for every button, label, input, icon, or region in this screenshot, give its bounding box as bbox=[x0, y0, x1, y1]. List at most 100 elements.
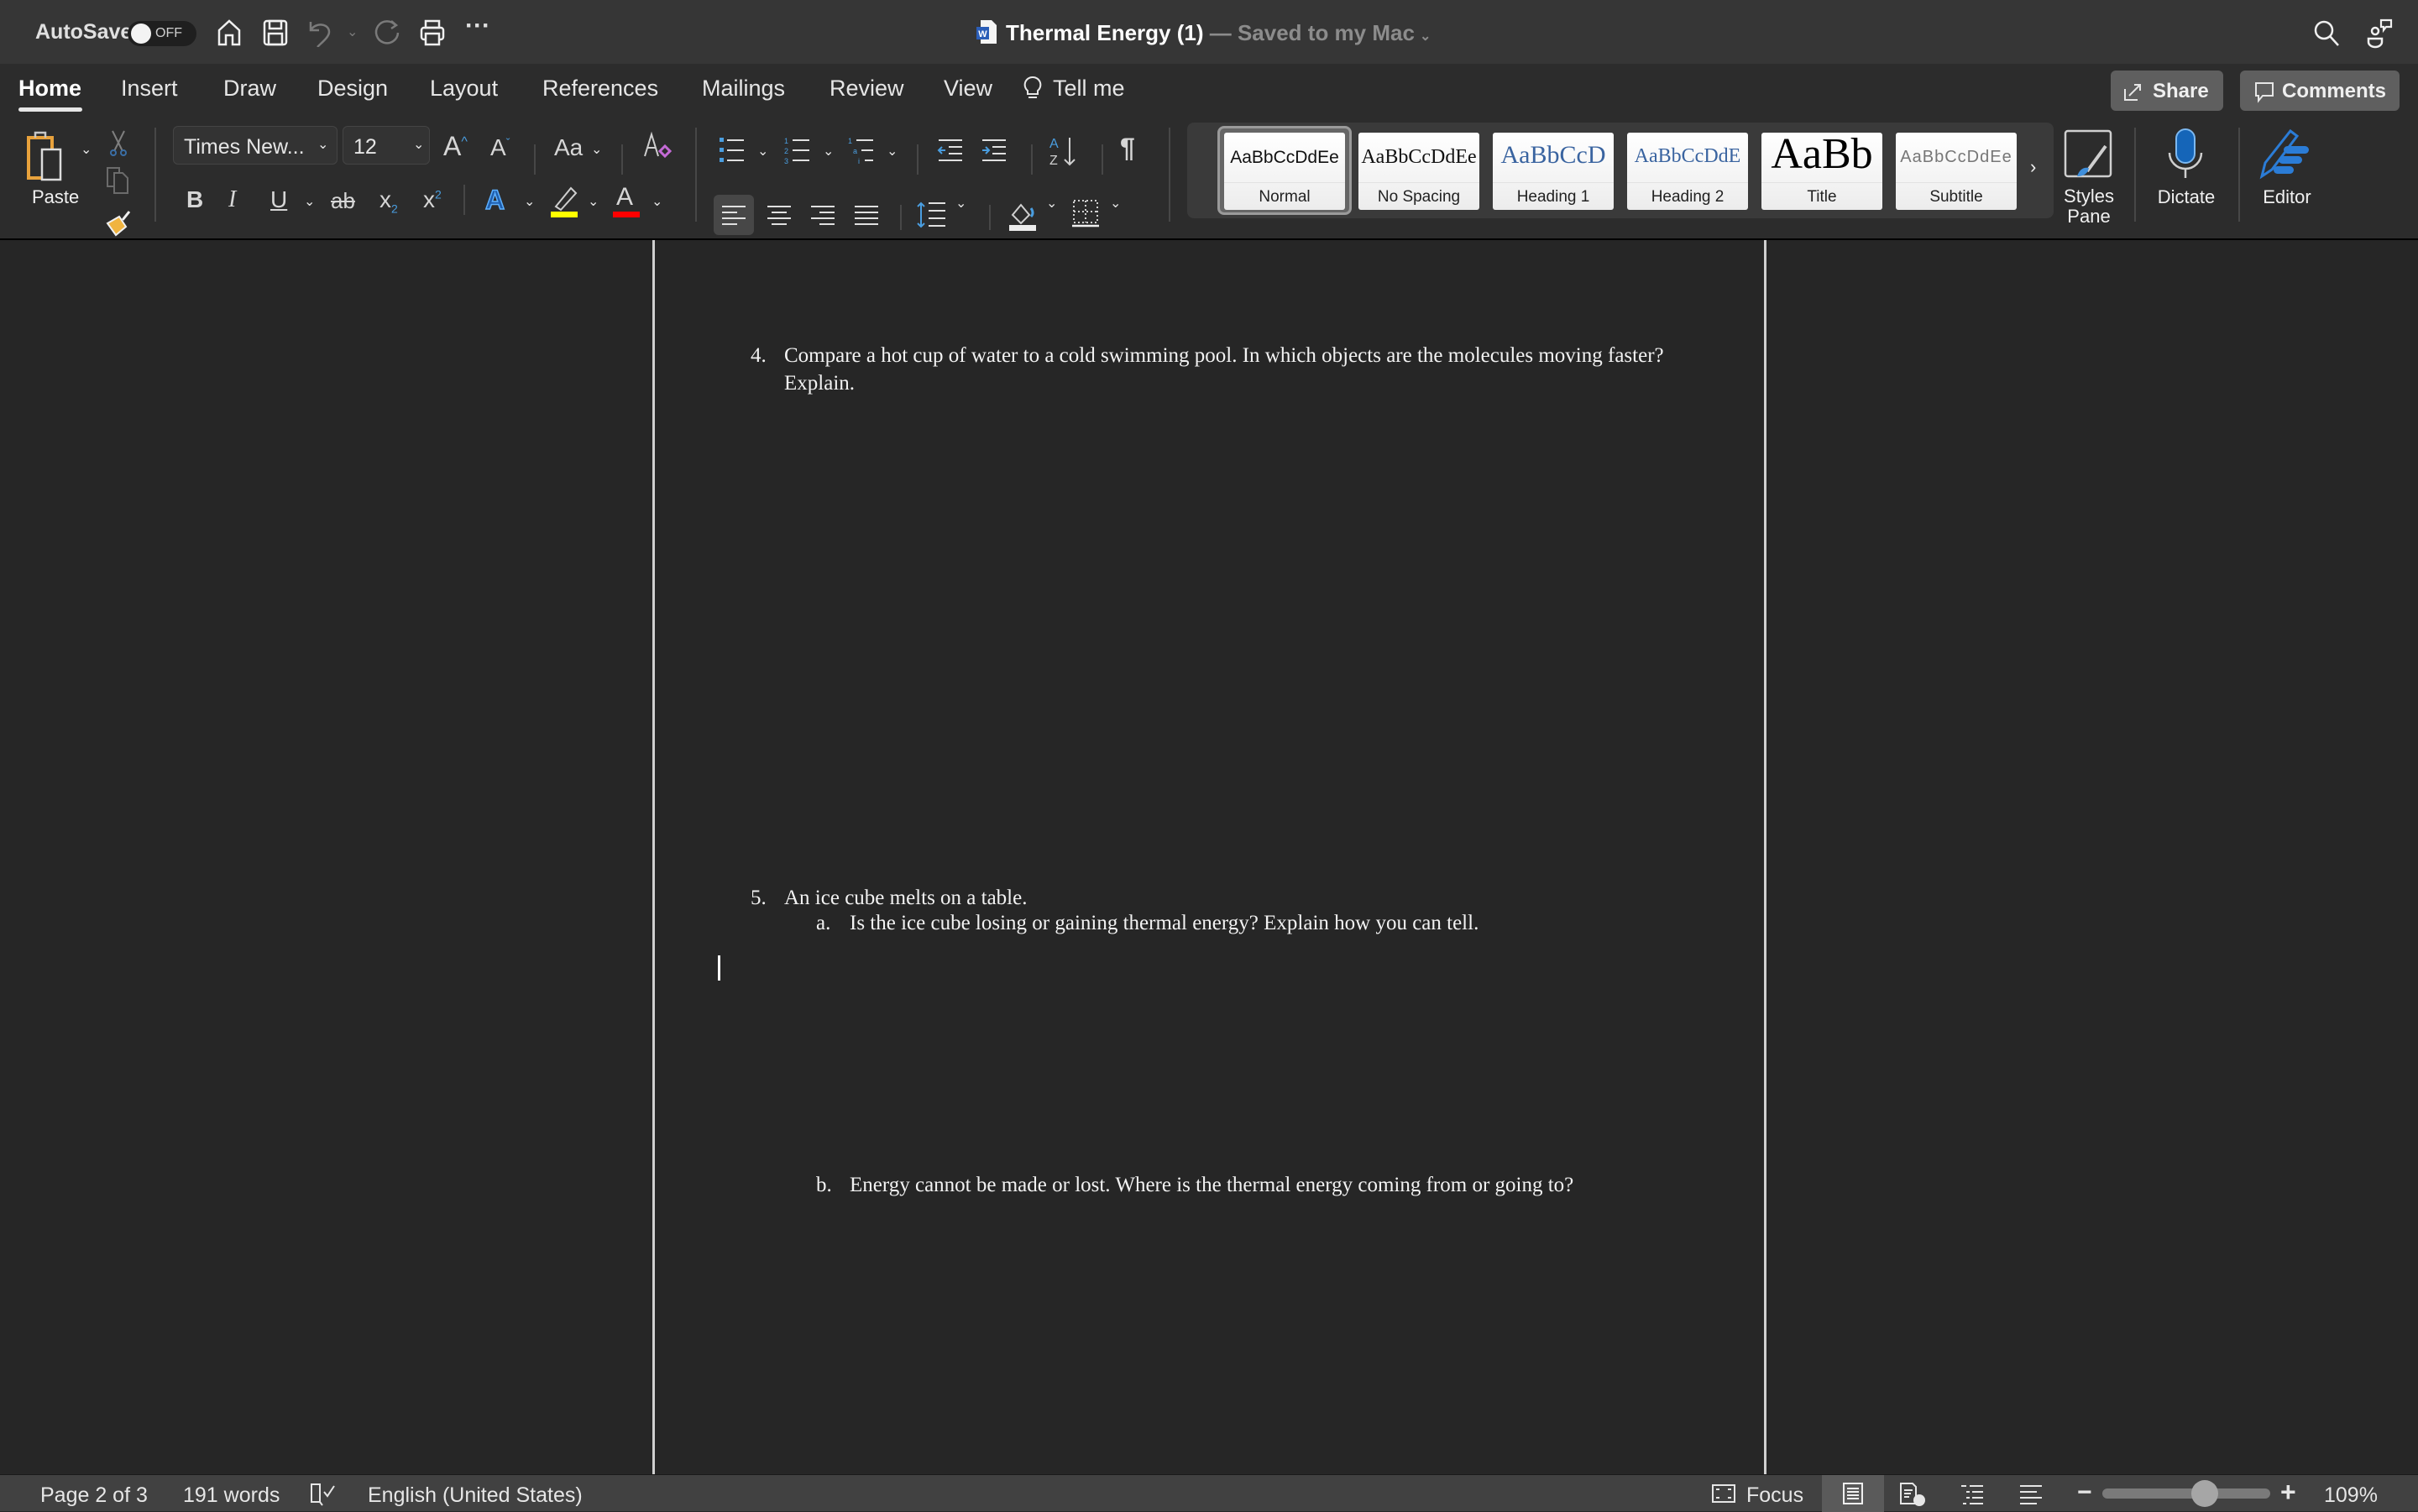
print-icon[interactable] bbox=[418, 18, 447, 47]
draft-view-icon[interactable] bbox=[2018, 1483, 2044, 1505]
zoom-out-button[interactable]: − bbox=[2077, 1478, 2092, 1507]
question-5b-text[interactable]: Energy cannot be made or lost. Where is … bbox=[850, 1174, 1573, 1197]
cut-icon[interactable] bbox=[107, 129, 129, 156]
paste-dropdown-icon[interactable]: ⌄ bbox=[81, 141, 92, 158]
align-left-button[interactable] bbox=[714, 195, 754, 235]
change-case-chevron-icon[interactable]: ⌄ bbox=[591, 141, 602, 158]
numbering-icon[interactable]: 1 2 3 bbox=[784, 136, 811, 165]
format-painter-icon[interactable] bbox=[104, 208, 133, 237]
focus-button[interactable]: Focus bbox=[1708, 1475, 1817, 1512]
question-5-text[interactable]: An ice cube melts on a table. bbox=[784, 887, 1027, 910]
font-color-chevron-icon[interactable]: ⌄ bbox=[652, 193, 662, 210]
shading-chevron-icon[interactable]: ⌄ bbox=[1046, 195, 1057, 212]
word-count[interactable]: 191 words bbox=[183, 1483, 280, 1508]
font-name-dropdown[interactable]: Times New... bbox=[173, 126, 338, 165]
text-effects-chevron-icon[interactable]: ⌄ bbox=[524, 193, 535, 210]
styles-pane-icon[interactable] bbox=[2062, 128, 2114, 180]
tab-design[interactable]: Design bbox=[317, 76, 388, 102]
strikethrough-button[interactable]: ab bbox=[331, 188, 355, 214]
zoom-slider[interactable] bbox=[2102, 1488, 2270, 1499]
highlight-icon[interactable] bbox=[549, 185, 579, 218]
language-indicator[interactable]: English (United States) bbox=[368, 1483, 583, 1508]
page-count[interactable]: Page 2 of 3 bbox=[40, 1483, 148, 1508]
web-layout-icon[interactable] bbox=[1899, 1482, 1926, 1507]
style-subtitle[interactable]: AaBbCcDdEe Subtitle bbox=[1896, 133, 2017, 210]
style-heading-2[interactable]: AaBbCcDdE Heading 2 bbox=[1627, 133, 1748, 210]
editor-label[interactable]: Editor bbox=[2255, 186, 2319, 208]
clear-formatting-icon[interactable] bbox=[641, 131, 673, 163]
question-4-text[interactable]: Compare a hot cup of water to a cold swi… bbox=[784, 344, 1664, 368]
title-chevron-icon[interactable]: ⌄ bbox=[1420, 29, 1431, 44]
outline-view-icon[interactable] bbox=[1960, 1483, 1985, 1505]
proofing-book-icon[interactable] bbox=[309, 1482, 338, 1507]
text-effects-button[interactable]: A bbox=[484, 184, 505, 216]
underline-chevron-icon[interactable]: ⌄ bbox=[304, 193, 315, 210]
justify-icon[interactable] bbox=[846, 195, 887, 235]
tab-insert[interactable]: Insert bbox=[121, 76, 178, 102]
copy-icon[interactable] bbox=[106, 166, 129, 195]
share-button[interactable]: Share bbox=[2111, 71, 2223, 111]
undo-dropdown-icon[interactable]: ⌄ bbox=[347, 24, 358, 40]
italic-button[interactable]: I bbox=[228, 186, 236, 213]
zoom-in-button[interactable]: + bbox=[2280, 1477, 2296, 1508]
tab-review[interactable]: Review bbox=[830, 76, 904, 102]
style-heading-1[interactable]: AaBbCcD Heading 1 bbox=[1493, 133, 1614, 210]
increase-indent-icon[interactable] bbox=[981, 138, 1008, 163]
shading-icon[interactable] bbox=[1008, 198, 1038, 232]
subscript-button[interactable]: x2 bbox=[379, 186, 398, 216]
highlight-chevron-icon[interactable]: ⌄ bbox=[588, 193, 599, 210]
borders-icon[interactable] bbox=[1071, 198, 1100, 228]
search-icon[interactable] bbox=[2312, 18, 2341, 47]
dictate-microphone-icon[interactable] bbox=[2164, 128, 2206, 180]
print-layout-view-button[interactable] bbox=[1822, 1475, 1884, 1512]
more-icon[interactable]: ··· bbox=[465, 12, 490, 40]
align-center-icon[interactable] bbox=[759, 195, 799, 235]
grow-font-icon[interactable]: A^ bbox=[443, 131, 468, 162]
styles-gallery-next-icon[interactable]: › bbox=[2030, 156, 2036, 178]
redo-icon[interactable] bbox=[373, 18, 401, 47]
zoom-slider-thumb[interactable] bbox=[2191, 1480, 2219, 1507]
tab-draw[interactable]: Draw bbox=[223, 76, 276, 102]
style-no-spacing[interactable]: AaBbCcDdEe No Spacing bbox=[1358, 133, 1479, 210]
line-spacing-icon[interactable] bbox=[917, 200, 947, 230]
document-title[interactable]: Thermal Energy (1) — Saved to my Mac ⌄ bbox=[1006, 20, 1431, 46]
shrink-font-icon[interactable]: Aˇ bbox=[490, 134, 510, 161]
show-formatting-marks-button[interactable]: ¶ bbox=[1120, 133, 1135, 164]
tab-home[interactable]: Home bbox=[18, 76, 81, 102]
change-case-button[interactable]: Aa bbox=[554, 134, 583, 161]
bullets-chevron-icon[interactable]: ⌄ bbox=[757, 143, 768, 160]
share-people-icon[interactable] bbox=[2366, 17, 2394, 49]
style-title[interactable]: AaBb Title bbox=[1761, 130, 1882, 210]
document-canvas[interactable]: 4. Compare a hot cup of water to a cold … bbox=[0, 238, 2418, 1476]
zoom-level[interactable]: 109% bbox=[2324, 1483, 2378, 1508]
multilevel-list-icon[interactable]: 1ai bbox=[848, 136, 875, 165]
save-icon[interactable] bbox=[262, 18, 289, 47]
bold-button[interactable]: B bbox=[186, 186, 203, 213]
tab-layout[interactable]: Layout bbox=[430, 76, 498, 102]
home-icon[interactable] bbox=[215, 18, 243, 47]
autosave-toggle[interactable]: OFF bbox=[128, 21, 196, 46]
question-5a-text[interactable]: Is the ice cube losing or gaining therma… bbox=[850, 912, 1479, 935]
tab-references[interactable]: References bbox=[542, 76, 658, 102]
tab-view[interactable]: View bbox=[944, 76, 992, 102]
comments-button[interactable]: Comments bbox=[2240, 71, 2400, 111]
underline-button[interactable]: U bbox=[270, 186, 287, 213]
paste-icon[interactable] bbox=[27, 129, 74, 183]
numbering-chevron-icon[interactable]: ⌄ bbox=[823, 143, 834, 160]
sort-icon[interactable]: AZ bbox=[1048, 134, 1078, 168]
styles-pane-label[interactable]: Styles Pane bbox=[2057, 186, 2121, 227]
tell-me-search[interactable]: Tell me bbox=[1023, 76, 1125, 102]
borders-chevron-icon[interactable]: ⌄ bbox=[1110, 195, 1121, 212]
align-right-icon[interactable] bbox=[803, 195, 843, 235]
superscript-button[interactable]: x2 bbox=[423, 186, 442, 213]
bullets-icon[interactable] bbox=[719, 136, 746, 165]
undo-icon[interactable] bbox=[307, 18, 336, 47]
dictate-label[interactable]: Dictate bbox=[2149, 186, 2223, 208]
multilevel-chevron-icon[interactable]: ⌄ bbox=[887, 143, 898, 160]
font-color-button[interactable]: A bbox=[616, 183, 633, 212]
editor-icon[interactable] bbox=[2258, 126, 2314, 181]
line-spacing-chevron-icon[interactable]: ⌄ bbox=[955, 195, 966, 212]
tab-mailings[interactable]: Mailings bbox=[702, 76, 785, 102]
question-4-text-cont[interactable]: Explain. bbox=[784, 372, 855, 395]
style-normal[interactable]: AaBbCcDdEe Normal bbox=[1224, 133, 1345, 210]
